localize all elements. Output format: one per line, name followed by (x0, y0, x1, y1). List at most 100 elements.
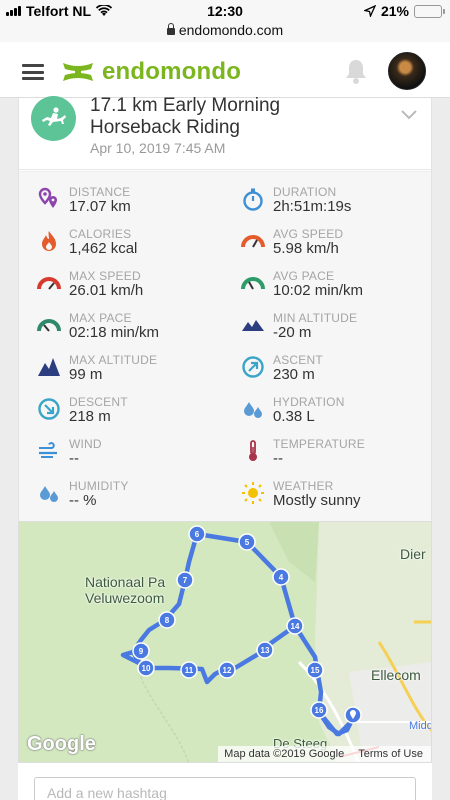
stat-value: -20 m (273, 324, 312, 341)
url-domain: endomondo.com (178, 22, 284, 38)
stat-calories: CALORIES 1,462 kcal (37, 227, 237, 269)
logo-text: endomondo (102, 58, 242, 85)
hashtag-input[interactable] (34, 777, 416, 800)
stat-duration: DURATION 2h:51m:19s (241, 185, 441, 227)
stat-min-altitude: MIN ALTITUDE -20 m (241, 311, 441, 353)
route-marker-label: 15 (311, 666, 320, 675)
route-marker[interactable]: 16 (310, 701, 328, 719)
route-marker-label: 16 (315, 706, 324, 715)
route-marker[interactable]: 15 (306, 661, 324, 679)
route-marker-label: 7 (183, 576, 188, 585)
route-marker-label: 14 (291, 622, 300, 631)
stat-value: 26.01 km/h (69, 282, 144, 299)
route-marker[interactable]: 12 (218, 661, 236, 679)
route-marker[interactable]: 8 (158, 611, 176, 629)
map-attribution: Map data ©2019 Google Terms of Use (218, 746, 431, 762)
route-marker-label: 8 (165, 616, 170, 625)
ascent-arrow-icon (242, 356, 264, 378)
route-marker-label: 10 (142, 664, 151, 673)
stat-label: CALORIES (69, 227, 132, 241)
map-label-dier: Dier (400, 546, 426, 562)
stat-value: -- (69, 450, 79, 467)
battery-percent: 21% (380, 3, 409, 19)
terms-link[interactable]: Terms of Use (358, 748, 423, 762)
mountain-icon (38, 358, 60, 376)
route-marker-label: 11 (185, 666, 194, 675)
workout-header[interactable]: 17.1 km Early Morning Horseback Riding A… (19, 95, 431, 170)
avatar[interactable] (388, 52, 426, 90)
route-marker[interactable]: 11 (180, 661, 198, 679)
horse-riding-icon (31, 96, 76, 141)
route-marker[interactable]: 5 (238, 533, 256, 551)
hamburger-icon[interactable] (22, 64, 44, 80)
flame-icon (42, 231, 56, 251)
lock-icon (166, 23, 175, 35)
stat-ascent: ASCENT 230 m (241, 353, 441, 395)
stat-value: 5.98 km/h (273, 240, 339, 257)
stat-label: DURATION (273, 185, 337, 199)
route-marker[interactable]: 9 (132, 642, 150, 660)
stat-descent: DESCENT 218 m (37, 395, 237, 437)
stat-value: 2h:51m:19s (273, 198, 352, 215)
stat-label: AVG PACE (273, 269, 335, 283)
route-map[interactable]: 4 5 6 7 8 9 10 11 12 13 14 15 16 Nationa… (18, 521, 432, 763)
route-marker-label: 9 (139, 647, 144, 656)
route-marker[interactable]: 14 (286, 617, 304, 635)
route-marker[interactable]: 10 (137, 659, 155, 677)
google-logo: Google (27, 733, 96, 755)
route-marker[interactable]: 6 (188, 525, 206, 543)
stat-label: WEATHER (273, 479, 334, 493)
route-marker-label: 13 (261, 646, 270, 655)
hashtag-section (18, 763, 432, 800)
stat-label: DESCENT (69, 395, 128, 409)
stat-value: 0.38 L (273, 408, 315, 425)
stat-value: 10:02 min/km (273, 282, 364, 299)
route-marker-label: 6 (195, 530, 200, 539)
stat-hydration: HYDRATION 0.38 L (241, 395, 441, 437)
stat-label: HUMIDITY (69, 479, 129, 493)
thermometer-icon (249, 440, 257, 461)
chevron-down-icon[interactable] (401, 110, 417, 120)
speedometer-icon (37, 277, 61, 290)
url-bar[interactable]: endomondo.com (0, 22, 450, 42)
map-data-credit: Map data ©2019 Google (224, 748, 345, 760)
distance-pin-icon (38, 187, 57, 208)
stat-max-speed: MAX SPEED 26.01 km/h (37, 269, 237, 311)
workout-title-line1: 17.1 km Early Morning (90, 95, 281, 116)
stat-value: 230 m (273, 366, 315, 383)
route-marker[interactable]: 7 (176, 571, 194, 589)
route-marker[interactable]: 4 (272, 568, 290, 586)
map-pin-icon[interactable] (344, 706, 362, 724)
stat-value: 17.07 km (69, 198, 131, 215)
status-bar: Telfort NL 12:30 21% (0, 0, 450, 22)
route-marker-label: 5 (245, 538, 250, 547)
wind-icon (39, 442, 57, 458)
stat-max-pace: MAX PACE 02:18 min/km (37, 311, 237, 353)
speedometer-icon (241, 235, 265, 248)
endomondo-logo[interactable]: endomondo (60, 58, 241, 86)
stat-value: 1,462 kcal (69, 240, 138, 257)
stat-label: MAX SPEED (69, 269, 141, 283)
stat-avg-speed: AVG SPEED 5.98 km/h (241, 227, 441, 269)
stat-value: 218 m (69, 408, 111, 425)
stat-weather: WEATHER Mostly sunny (241, 479, 441, 521)
bell-icon[interactable] (343, 58, 369, 86)
stat-label: AVG SPEED (273, 227, 344, 241)
pace-gauge-icon (241, 277, 265, 290)
stat-temperature: TEMPERATURE -- (241, 437, 441, 479)
logo-mark-icon (63, 63, 93, 81)
stat-label: TEMPERATURE (273, 437, 365, 451)
mountain-icon (242, 320, 264, 331)
stat-value: Mostly sunny (273, 492, 361, 509)
stat-label: HYDRATION (273, 395, 345, 409)
map-label-park: Nationaal Pa Veluwezoom (85, 574, 165, 606)
stat-value: -- (273, 450, 283, 467)
map-canvas: 4 5 6 7 8 9 10 11 12 13 14 15 16 (120, 522, 431, 762)
stats-grid: DISTANCE 17.07 km DURATION 2h:51m:19s CA… (19, 171, 431, 521)
workout-date: Apr 10, 2019 7:45 AM (90, 140, 226, 156)
workout-title-line2: Horseback Riding (90, 117, 240, 138)
workout-card: 17.1 km Early Morning Horseback Riding A… (18, 95, 432, 521)
route-marker[interactable]: 13 (256, 641, 274, 659)
pace-gauge-icon (37, 319, 61, 332)
status-right: 21% (363, 3, 445, 19)
